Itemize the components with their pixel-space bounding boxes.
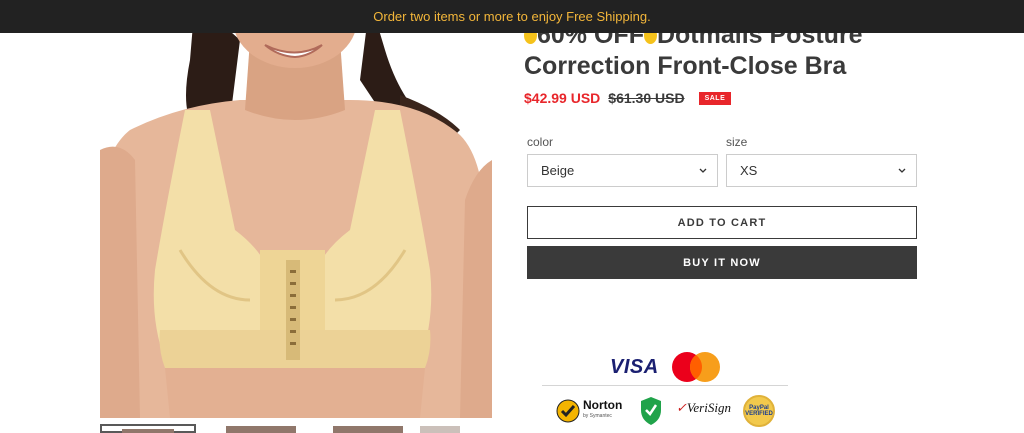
sale-price: $42.99 USD bbox=[524, 90, 601, 106]
buy-now-button[interactable]: BUY IT NOW bbox=[527, 246, 917, 279]
verisign-check-icon: ✓ bbox=[676, 400, 687, 415]
thumbnail-2[interactable] bbox=[226, 426, 296, 433]
norton-text: Norton bbox=[583, 398, 623, 412]
verisign-text-a: Veri bbox=[686, 400, 708, 415]
paypal-text: PayPal VERIFIED bbox=[745, 405, 773, 417]
size-value: XS bbox=[740, 163, 758, 178]
size-select[interactable]: XS bbox=[726, 154, 917, 187]
announcement-text: Order two items or more to enjoy Free Sh… bbox=[373, 9, 651, 24]
product-image[interactable] bbox=[100, 0, 492, 418]
norton-check-icon bbox=[556, 399, 580, 423]
color-label: color bbox=[527, 135, 554, 149]
visa-logo: VISA bbox=[610, 356, 659, 378]
thumbnail-strip bbox=[100, 424, 492, 433]
sale-badge: SALE bbox=[698, 91, 732, 105]
verisign-text-b: Sign bbox=[707, 400, 731, 415]
paypal-verified-badge: PayPal VERIFIED bbox=[743, 395, 775, 427]
product-photo-illustration bbox=[100, 0, 492, 418]
shield-check-icon bbox=[641, 397, 661, 425]
thumbnail-4[interactable] bbox=[420, 426, 460, 433]
verisign-logo: ✓VeriSign bbox=[676, 400, 731, 432]
thumbnail-1[interactable] bbox=[100, 424, 196, 433]
announcement-bar: Order two items or more to enjoy Free Sh… bbox=[0, 0, 1024, 33]
add-to-cart-button[interactable]: ADD TO CART bbox=[527, 206, 917, 239]
mastercard-icon bbox=[672, 352, 720, 382]
color-select[interactable]: Beige bbox=[527, 154, 718, 187]
price-row: $42.99 USD $61.30 USD SALE bbox=[524, 90, 732, 106]
chevron-down-icon bbox=[699, 168, 707, 173]
compare-price: $61.30 USD bbox=[608, 90, 685, 106]
thumbnail-3[interactable] bbox=[333, 426, 403, 433]
title-product: Correction Front-Close Bra bbox=[524, 52, 847, 80]
size-label: size bbox=[726, 135, 748, 149]
color-value: Beige bbox=[541, 163, 575, 178]
norton-subtext: by Symantec bbox=[583, 413, 612, 419]
divider bbox=[542, 385, 788, 386]
norton-badge: Norton by Symantec bbox=[556, 395, 622, 427]
chevron-down-icon bbox=[898, 168, 906, 173]
